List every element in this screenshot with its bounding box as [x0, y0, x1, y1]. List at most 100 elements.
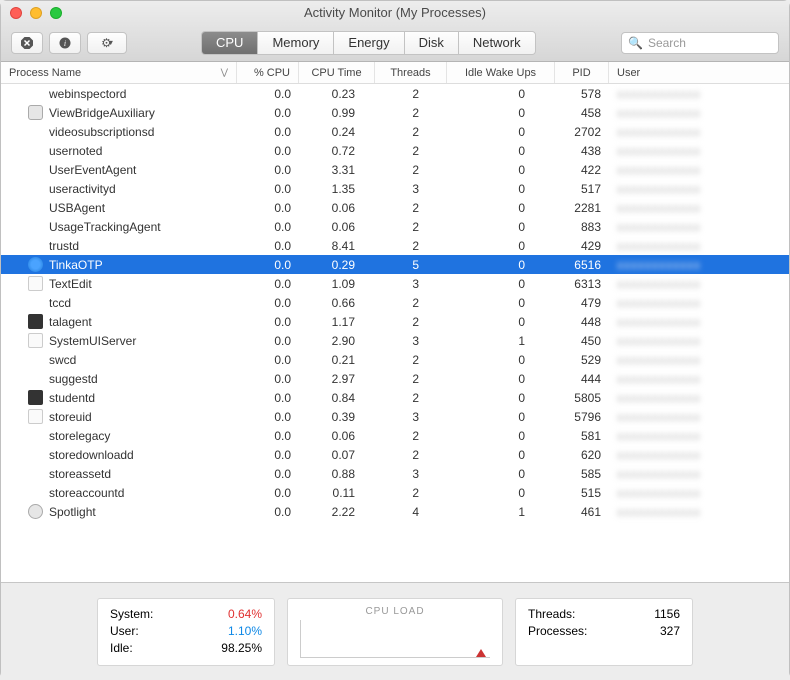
table-row[interactable]: TextEdit0.01.09306313xxxxxxxxxxxx: [1, 274, 789, 293]
process-idle-wakeups: 1: [447, 334, 555, 348]
process-cpu-time: 0.72: [299, 144, 375, 158]
table-row[interactable]: TinkaOTP0.00.29506516xxxxxxxxxxxx: [1, 255, 789, 274]
table-row[interactable]: usernoted0.00.7220438xxxxxxxxxxxx: [1, 141, 789, 160]
process-threads: 3: [375, 277, 447, 291]
minimize-icon[interactable]: [30, 7, 42, 19]
process-user: xxxxxxxxxxxx: [609, 106, 789, 120]
process-name: storedownloadd: [49, 448, 134, 462]
process-idle-wakeups: 0: [447, 125, 555, 139]
table-row[interactable]: USBAgent0.00.06202281xxxxxxxxxxxx: [1, 198, 789, 217]
process-cpu-time: 0.11: [299, 486, 375, 500]
table-row[interactable]: storedownloadd0.00.0720620xxxxxxxxxxxx: [1, 445, 789, 464]
close-icon[interactable]: [10, 7, 22, 19]
process-user: xxxxxxxxxxxx: [609, 182, 789, 196]
idle-label: Idle:: [110, 640, 133, 657]
process-pid: 461: [555, 505, 609, 519]
process-pid: 517: [555, 182, 609, 196]
process-pid: 581: [555, 429, 609, 443]
table-row[interactable]: UsageTrackingAgent0.00.0620883xxxxxxxxxx…: [1, 217, 789, 236]
tab-network[interactable]: Network: [459, 32, 535, 54]
table-row[interactable]: tccd0.00.6620479xxxxxxxxxxxx: [1, 293, 789, 312]
col-pid[interactable]: PID: [555, 62, 609, 83]
process-threads: 2: [375, 163, 447, 177]
table-row[interactable]: SystemUIServer0.02.9031450xxxxxxxxxxxx: [1, 331, 789, 350]
tab-memory[interactable]: Memory: [258, 32, 334, 54]
titlebar: Activity Monitor (My Processes): [1, 1, 789, 24]
col-idle-wakeups[interactable]: Idle Wake Ups: [447, 62, 555, 83]
tab-disk[interactable]: Disk: [405, 32, 459, 54]
process-pid: 444: [555, 372, 609, 386]
process-pid: 585: [555, 467, 609, 481]
process-cpu: 0.0: [237, 182, 299, 196]
process-threads: 2: [375, 220, 447, 234]
table-row[interactable]: suggestd0.02.9720444xxxxxxxxxxxx: [1, 369, 789, 388]
search-field[interactable]: 🔍: [621, 32, 779, 54]
maximize-icon[interactable]: [50, 7, 62, 19]
process-cpu-time: 0.88: [299, 467, 375, 481]
stop-process-button[interactable]: [11, 32, 43, 54]
col-process-name[interactable]: Process Name ⋁: [1, 62, 237, 83]
process-pid: 450: [555, 334, 609, 348]
process-idle-wakeups: 0: [447, 87, 555, 101]
table-row[interactable]: storeaccountd0.00.1120515xxxxxxxxxxxx: [1, 483, 789, 502]
table-row[interactable]: videosubscriptionsd0.00.24202702xxxxxxxx…: [1, 122, 789, 141]
table-row[interactable]: storeassetd0.00.8830585xxxxxxxxxxxx: [1, 464, 789, 483]
table-row[interactable]: UserEventAgent0.03.3120422xxxxxxxxxxxx: [1, 160, 789, 179]
inspect-process-button[interactable]: i: [49, 32, 81, 54]
table-row[interactable]: trustd0.08.4120429xxxxxxxxxxxx: [1, 236, 789, 255]
process-name: storeuid: [49, 410, 92, 424]
process-threads: 2: [375, 144, 447, 158]
process-name: UserEventAgent: [49, 163, 136, 177]
tab-energy[interactable]: Energy: [334, 32, 404, 54]
process-threads: 3: [375, 334, 447, 348]
process-user: xxxxxxxxxxxx: [609, 296, 789, 310]
process-name: swcd: [49, 353, 76, 367]
col-cpu[interactable]: % CPU: [237, 62, 299, 83]
process-idle-wakeups: 0: [447, 391, 555, 405]
process-cpu: 0.0: [237, 277, 299, 291]
process-table[interactable]: webinspectord0.00.2320578xxxxxxxxxxxxVie…: [1, 84, 789, 582]
process-icon: [28, 314, 43, 329]
col-cpu-time[interactable]: CPU Time: [299, 62, 375, 83]
process-threads: 2: [375, 353, 447, 367]
process-cpu-time: 1.09: [299, 277, 375, 291]
process-user: xxxxxxxxxxxx: [609, 486, 789, 500]
col-label: Process Name: [9, 67, 81, 79]
col-threads[interactable]: Threads: [375, 62, 447, 83]
table-row[interactable]: ViewBridgeAuxiliary0.00.9920458xxxxxxxxx…: [1, 103, 789, 122]
table-row[interactable]: swcd0.00.2120529xxxxxxxxxxxx: [1, 350, 789, 369]
threads-value: 1156: [654, 606, 680, 623]
process-cpu: 0.0: [237, 448, 299, 462]
process-cpu: 0.0: [237, 106, 299, 120]
search-icon: 🔍: [628, 36, 643, 50]
process-idle-wakeups: 0: [447, 372, 555, 386]
tab-cpu[interactable]: CPU: [202, 32, 258, 54]
col-user[interactable]: User: [609, 62, 789, 83]
process-idle-wakeups: 0: [447, 163, 555, 177]
process-cpu-time: 1.17: [299, 315, 375, 329]
process-threads: 3: [375, 410, 447, 424]
table-row[interactable]: webinspectord0.00.2320578xxxxxxxxxxxx: [1, 84, 789, 103]
table-row[interactable]: storeuid0.00.39305796xxxxxxxxxxxx: [1, 407, 789, 426]
table-row[interactable]: Spotlight0.02.2241461xxxxxxxxxxxx: [1, 502, 789, 521]
table-row[interactable]: talagent0.01.1720448xxxxxxxxxxxx: [1, 312, 789, 331]
process-user: xxxxxxxxxxxx: [609, 505, 789, 519]
process-threads: 3: [375, 182, 447, 196]
process-cpu-time: 0.21: [299, 353, 375, 367]
process-user: xxxxxxxxxxxx: [609, 353, 789, 367]
toolbar: i ⚙▾ CPUMemoryEnergyDiskNetwork 🔍: [1, 24, 789, 62]
process-cpu-time: 8.41: [299, 239, 375, 253]
process-idle-wakeups: 0: [447, 239, 555, 253]
options-button[interactable]: ⚙▾: [87, 32, 127, 54]
process-idle-wakeups: 0: [447, 144, 555, 158]
process-user: xxxxxxxxxxxx: [609, 410, 789, 424]
process-threads: 2: [375, 372, 447, 386]
table-row[interactable]: studentd0.00.84205805xxxxxxxxxxxx: [1, 388, 789, 407]
process-idle-wakeups: 0: [447, 296, 555, 310]
search-input[interactable]: [648, 36, 772, 50]
system-value: 0.64%: [228, 606, 262, 623]
chart-peak-icon: [476, 649, 486, 657]
process-icon: [28, 409, 43, 424]
table-row[interactable]: useractivityd0.01.3530517xxxxxxxxxxxx: [1, 179, 789, 198]
table-row[interactable]: storelegacy0.00.0620581xxxxxxxxxxxx: [1, 426, 789, 445]
